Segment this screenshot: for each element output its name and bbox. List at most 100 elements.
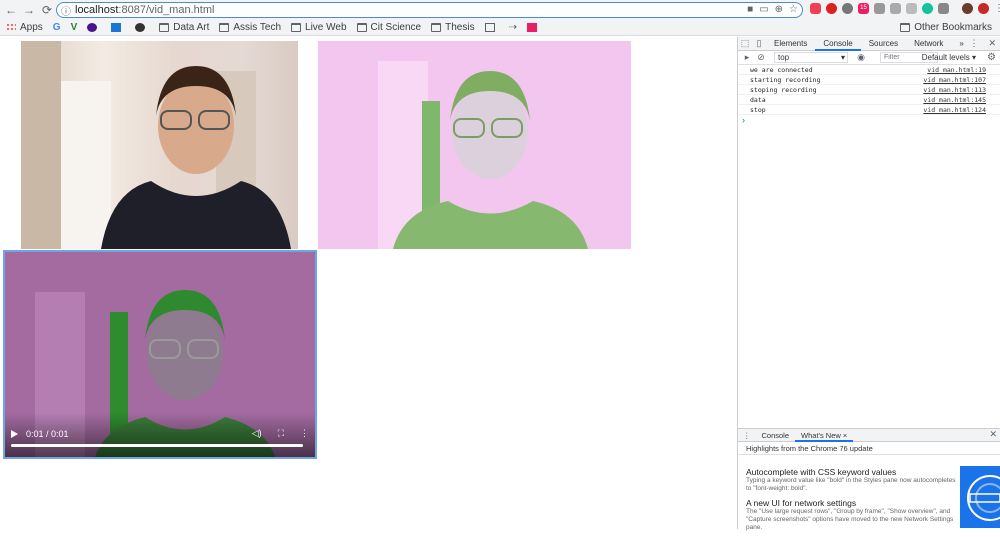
log-source-link[interactable]: vid_man.html:145	[923, 96, 986, 104]
inspect-icon[interactable]: ⬚	[738, 38, 752, 49]
console-prompt[interactable]: ›	[738, 115, 1000, 125]
star-icon[interactable]: ☆	[789, 4, 798, 15]
recorded-video-player[interactable]: 0:01 / 0:01 ◁) ⛶ ⋮	[3, 250, 317, 459]
bookmark-folder-assis-tech[interactable]: Assis Tech	[219, 22, 281, 33]
zoom-icon[interactable]: ⊕	[775, 4, 783, 15]
mute-icon[interactable]: ◁)	[252, 428, 262, 439]
context-select[interactable]: top ▾	[774, 52, 848, 63]
bookmark-ext3[interactable]	[135, 22, 149, 32]
tab-console[interactable]: Console	[815, 37, 861, 51]
item-description: Typing a keyword value like "bold" in th…	[746, 477, 956, 492]
extension-icon[interactable]	[842, 3, 853, 14]
bookmark-label: Other Bookmarks	[914, 22, 992, 33]
page-icon	[484, 22, 495, 32]
drawer-tabbar: ⋮ Console What's New × ✕	[738, 429, 1000, 442]
devtools-close-icon[interactable]: ✕	[988, 38, 996, 49]
video-progress-bar[interactable]	[11, 444, 303, 447]
log-text: stoping recording	[750, 85, 817, 94]
bookmark-label: Data Art	[173, 21, 210, 33]
whats-new-heading: Highlights from the Chrome 76 update	[738, 442, 1000, 455]
bookmark-v[interactable]: V	[71, 22, 78, 33]
back-icon[interactable]: ←	[2, 1, 20, 19]
bookmark-folder-cit-science[interactable]: Cit Science	[356, 21, 422, 33]
badge-extension-icon[interactable]: 15	[858, 3, 869, 14]
puzzle-icon[interactable]	[906, 3, 917, 14]
chrome-update-graphic	[960, 466, 1000, 528]
clear-console-icon[interactable]: ⊘	[754, 52, 768, 63]
grammarly-icon[interactable]	[922, 3, 933, 14]
info-icon[interactable]: ⓘ	[61, 3, 71, 18]
device-toggle-icon[interactable]: ▯	[752, 38, 766, 49]
filtered-video[interactable]	[318, 41, 631, 249]
folder-icon	[219, 22, 230, 32]
opera-icon[interactable]	[826, 3, 837, 14]
whats-new-item[interactable]: A new UI for network settings The "Use l…	[746, 498, 956, 532]
log-source-link[interactable]: vid_man.html:19	[927, 66, 986, 74]
whats-new-item[interactable]: Autocomplete with CSS keyword values Typ…	[746, 467, 956, 493]
bookmark-google[interactable]: G	[53, 22, 61, 33]
github-icon	[135, 22, 146, 32]
devtools-panel: ⬚ ▯ Elements Console Sources Network » ⋮…	[737, 37, 1000, 532]
bookmark-ext2[interactable]	[111, 22, 125, 32]
extension-icon	[87, 22, 98, 32]
forward-icon[interactable]: →	[20, 1, 38, 19]
tab-sources[interactable]: Sources	[861, 37, 906, 51]
more-options-icon[interactable]: ⋮	[300, 428, 309, 439]
drawer-tab-console[interactable]: Console	[756, 429, 796, 442]
bookmark-label: Cit Science	[370, 21, 422, 33]
log-source-link[interactable]: vid_man.html:113	[923, 86, 986, 94]
tab-elements[interactable]: Elements	[766, 37, 815, 51]
eye-icon[interactable]: ◉	[854, 52, 868, 63]
bookmark-folder-live-web[interactable]: Live Web	[291, 22, 347, 33]
reload-icon[interactable]: ⟳	[38, 1, 56, 19]
log-source-link[interactable]: vid_man.html:124	[923, 106, 986, 114]
folder-icon	[900, 23, 911, 32]
filtered-webcam-frame	[378, 61, 588, 249]
bookmark-label: Apps	[20, 21, 43, 33]
folder-icon	[291, 22, 302, 32]
bookmark-page[interactable]	[484, 22, 499, 32]
shield-icon[interactable]	[890, 3, 901, 14]
log-source-link[interactable]: vid_man.html:107	[923, 76, 986, 84]
log-levels-dropdown[interactable]: Default levels ▾	[922, 53, 976, 62]
box-icon[interactable]	[874, 3, 885, 14]
log-text: data	[750, 95, 766, 104]
bookmark-folder-data-art[interactable]: Data Art	[159, 22, 209, 33]
item-title: Autocomplete with CSS keyword values	[746, 467, 897, 477]
play-icon[interactable]	[11, 429, 18, 438]
gear-icon[interactable]: ⚙	[987, 52, 996, 63]
drawer-tab-whats-new[interactable]: What's New ×	[795, 429, 854, 442]
cast-icon[interactable]: ▭	[759, 4, 768, 15]
record-icon[interactable]	[978, 3, 989, 14]
bookmark-folder-thesis[interactable]: Thesis	[431, 22, 475, 33]
bookmark-ext1[interactable]	[87, 22, 101, 32]
devtools-menu-icon[interactable]: ⋮	[969, 38, 978, 49]
bookmark-arrow[interactable]: ⇢	[509, 22, 517, 33]
bookmark-ext4[interactable]	[526, 22, 541, 32]
bookmark-apps[interactable]: Apps	[6, 22, 43, 33]
menu-icon[interactable]: ⋮	[994, 3, 1000, 14]
drawer-close-icon[interactable]: ✕	[989, 429, 997, 440]
url-text: localhost:8087/vid_man.html	[75, 4, 215, 16]
tab-network[interactable]: Network	[906, 37, 951, 51]
camera-icon[interactable]: ■	[747, 4, 753, 15]
address-bar[interactable]: ⓘ localhost:8087/vid_man.html ■ ▭ ⊕ ☆	[56, 2, 803, 18]
console-toolbar: ▸ ⊘ top ▾ ◉ Default levels ▾ ⚙	[738, 51, 1000, 65]
folder-icon	[159, 22, 170, 32]
console-log: we are connected vid_man.html:19 startin…	[738, 65, 1000, 125]
pocket-icon[interactable]	[810, 3, 821, 14]
console-message: stop vid_man.html:124	[738, 105, 1000, 115]
video-time: 0:01 / 0:01	[26, 428, 69, 439]
devtools-drawer: ⋮ Console What's New × ✕ Highlights from…	[738, 428, 1000, 532]
drawer-menu-icon[interactable]: ⋮	[738, 431, 756, 440]
bookmark-other[interactable]: Other Bookmarks	[900, 22, 992, 33]
google-icon: G	[52, 21, 61, 33]
browser-toolbar: ← → ⟳ ⓘ localhost:8087/vid_man.html ■ ▭ …	[0, 0, 1000, 19]
live-video[interactable]	[21, 41, 298, 249]
page-content: 0:01 / 0:01 ◁) ⛶ ⋮	[0, 37, 737, 529]
profile-avatar[interactable]	[962, 3, 973, 14]
sidebar-toggle-icon[interactable]: ▸	[740, 52, 754, 63]
fullscreen-icon[interactable]: ⛶	[278, 428, 284, 439]
menu-extension-icon[interactable]	[938, 3, 949, 14]
log-text: starting recording	[750, 75, 821, 84]
